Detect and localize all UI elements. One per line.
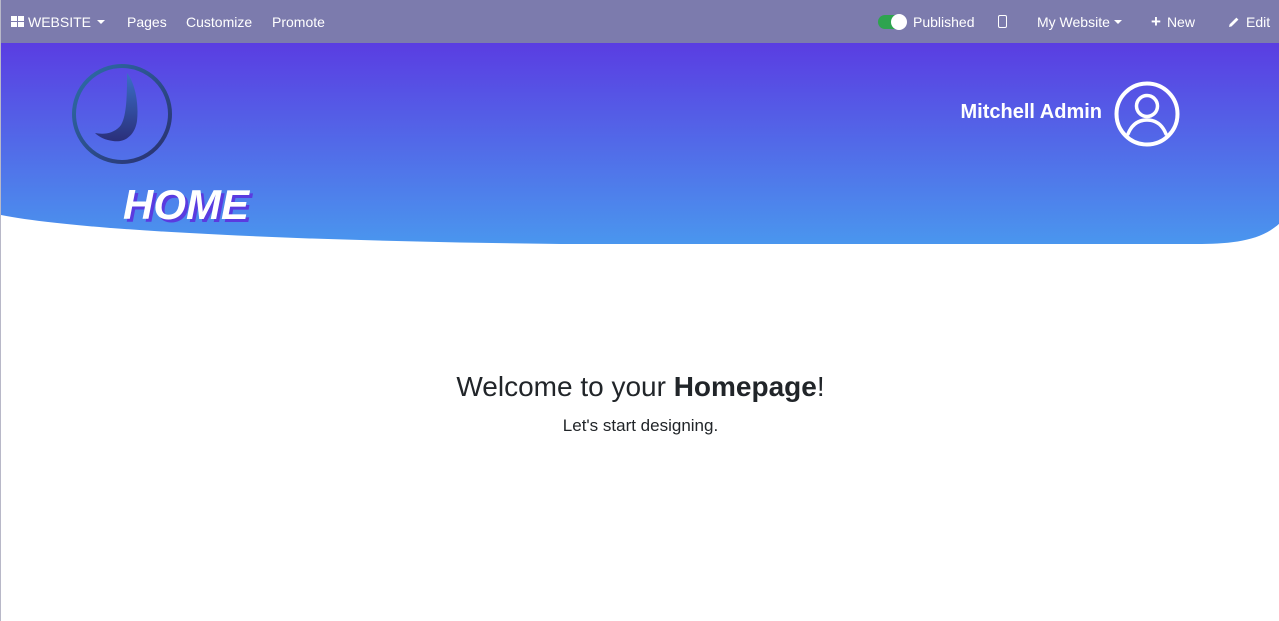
published-toggle[interactable]: Published [878,0,975,43]
menu-promote-label: Promote [272,13,325,30]
user-circle-icon[interactable] [1114,81,1180,147]
chevron-down-icon [1113,19,1122,24]
edit-button[interactable]: Edit [1228,0,1270,43]
chevron-down-icon [97,19,106,24]
toggle-switch-icon [878,13,907,30]
new-button[interactable]: + New [1151,0,1195,43]
published-label: Published [913,13,975,30]
edit-label: Edit [1246,13,1271,30]
site-logo[interactable] [71,63,173,165]
apps-grid-icon [11,16,24,27]
admin-topbar: WEBSITE Pages Customize Promote Publishe… [1,0,1279,43]
apps-menu-label: WEBSITE [28,13,92,30]
pencil-icon [1228,16,1240,28]
menu-pages-label: Pages [127,13,167,30]
website-switcher[interactable]: My Website [1037,0,1122,43]
mobile-preview-button[interactable] [998,0,1007,43]
apps-menu-button[interactable]: WEBSITE [11,0,106,43]
mobile-preview-icon [998,15,1007,28]
new-label: New [1166,13,1195,30]
menu-promote[interactable]: Promote [272,0,325,43]
welcome-subtitle: Let's start designing. [562,416,719,435]
user-name[interactable]: Mitchell Admin [961,101,1102,124]
welcome-suffix: ! [816,371,825,402]
plus-icon: + [1151,12,1161,31]
menu-customize-label: Customize [186,13,253,30]
menu-pages[interactable]: Pages [127,0,167,43]
menu-customize[interactable]: Customize [186,0,252,43]
website-switcher-label: My Website [1037,13,1110,30]
welcome-prefix: Welcome to your [456,371,674,402]
page-title: HOME [123,181,249,228]
welcome-bold: Homepage [673,371,817,402]
hero-header: HOME Mitchell Admin [1,43,1279,248]
welcome-heading: Welcome to your Homepage! [1,371,1279,403]
website-page: WEBSITE Pages Customize Promote Publishe… [0,0,1279,621]
